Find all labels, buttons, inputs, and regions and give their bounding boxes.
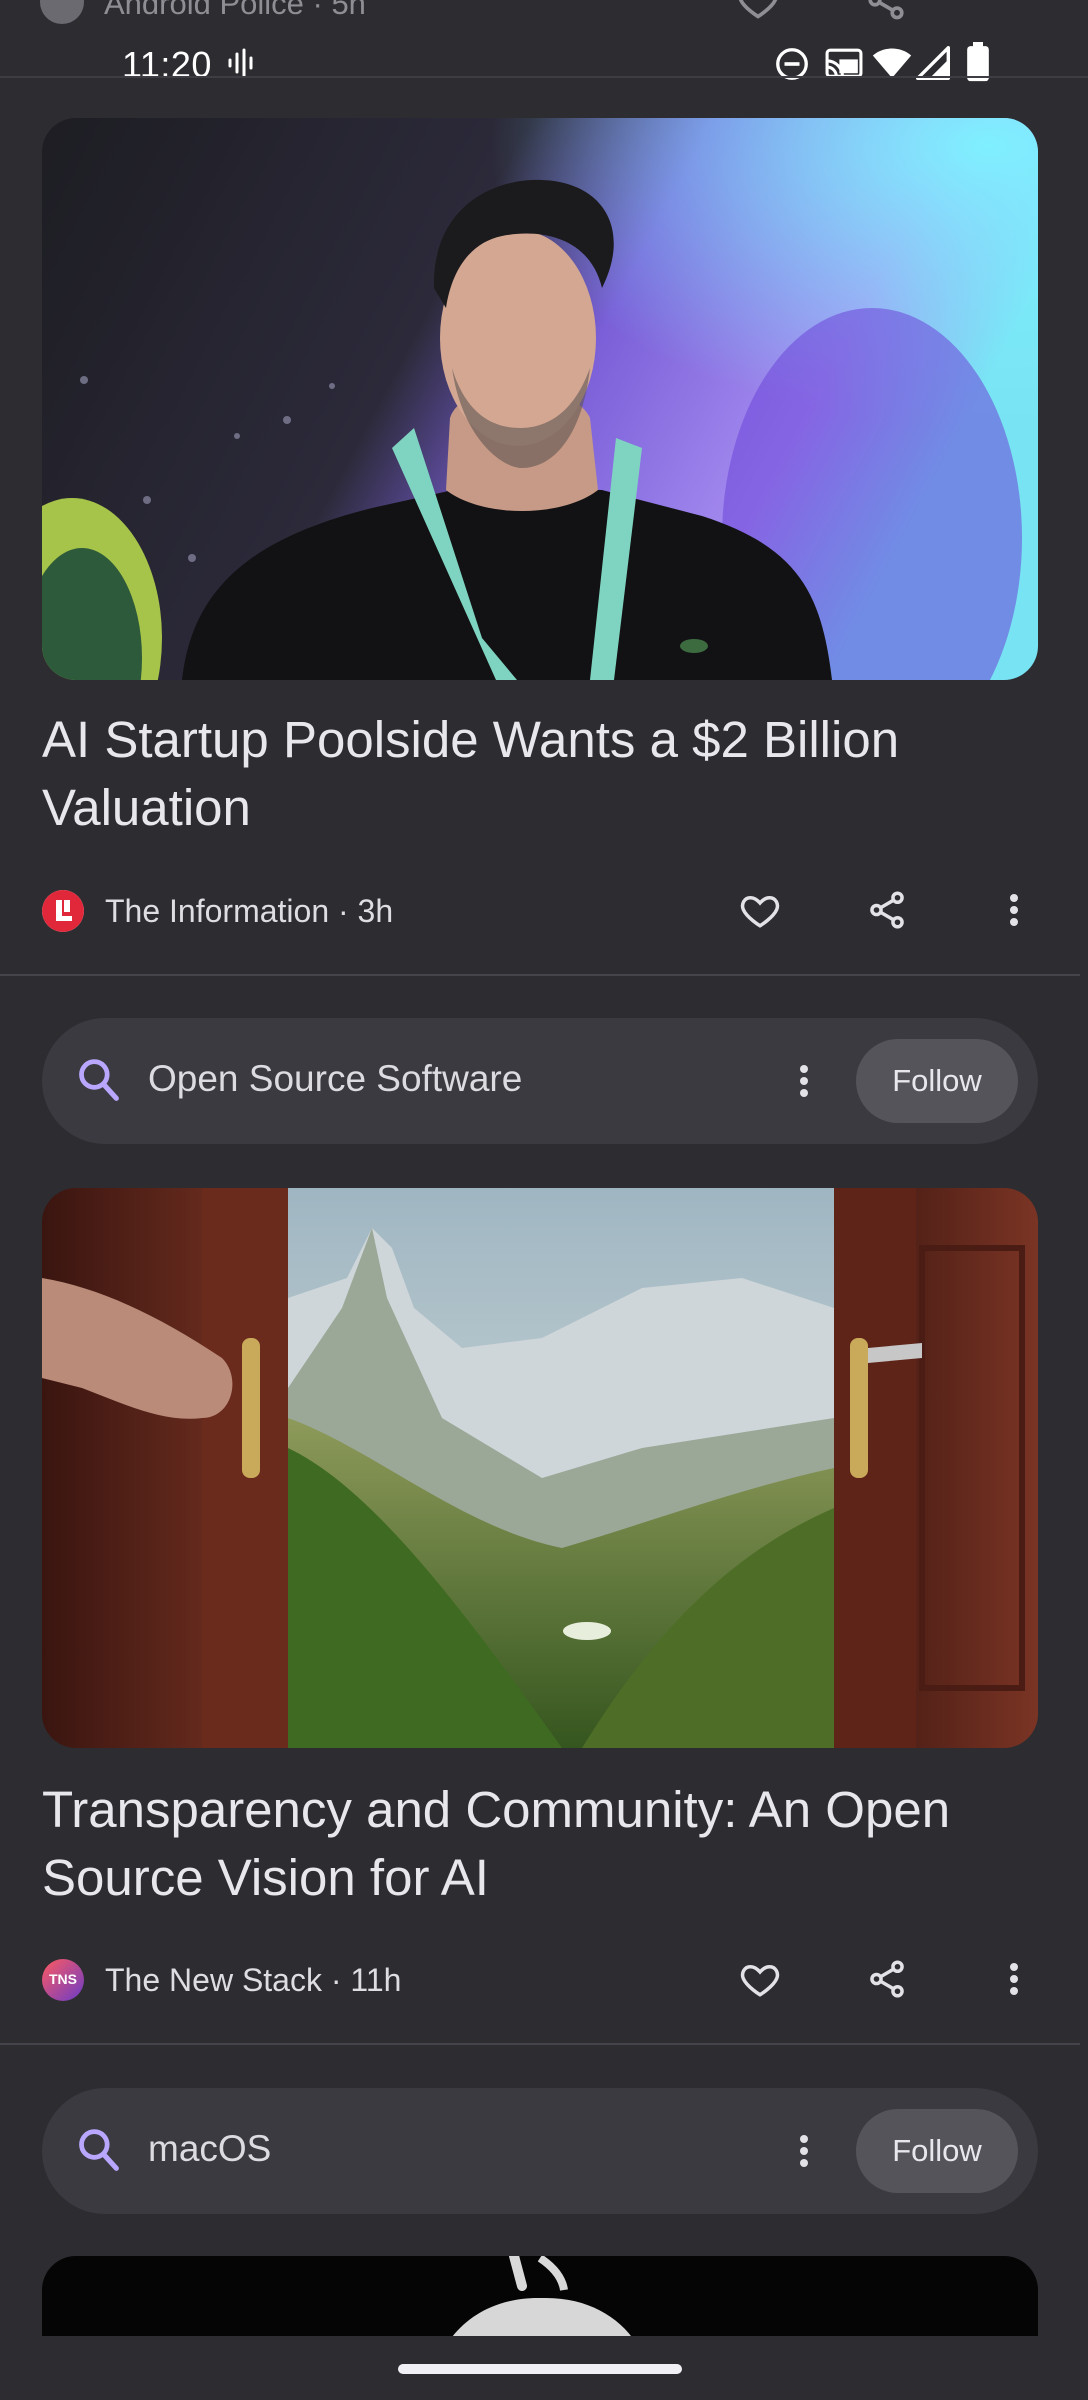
article-1-image[interactable] (42, 118, 1038, 680)
article-2-source[interactable]: The New Stack · 11h (105, 1962, 401, 1999)
topic-label: Open Source Software (148, 1058, 523, 1099)
card-divider (0, 2043, 1080, 2045)
status-time: 11:20 (122, 44, 212, 85)
the-new-stack-logo: TNS (42, 1959, 84, 2001)
article-2-image[interactable] (42, 1188, 1038, 1748)
the-information-logo (42, 890, 84, 932)
previous-like-icon[interactable] (736, 0, 780, 22)
like-icon[interactable] (730, 882, 790, 938)
more-vert-icon[interactable] (984, 1951, 1044, 2007)
assistant-wave-icon (226, 46, 256, 80)
wifi-icon (872, 46, 912, 80)
cellular-signal-icon (916, 46, 950, 80)
tns-logo-text: TNS (49, 1971, 77, 1987)
follow-button[interactable]: Follow (856, 2109, 1018, 2193)
article-2-headline[interactable]: Transparency and Community: An Open Sour… (42, 1776, 1042, 1912)
topic-more-icon[interactable] (784, 2123, 824, 2179)
article-1-source[interactable]: The Information · 3h (105, 893, 393, 930)
topic-more-icon[interactable] (784, 1053, 824, 1109)
follow-button[interactable]: Follow (856, 1039, 1018, 1123)
status-bar: 11:20 (0, 26, 1088, 85)
status-divider (0, 76, 1088, 78)
previous-card-meta: Android Police · 5h (0, 0, 1088, 26)
article-1-meta: The Information · 3h (42, 882, 1046, 938)
more-vert-icon[interactable] (984, 882, 1044, 938)
topic-chip-macos[interactable]: macOS Follow (42, 2088, 1038, 2214)
search-icon (76, 2126, 120, 2174)
topic-chip-open-source-software[interactable]: Open Source Software Follow (42, 1018, 1038, 1144)
card-divider (0, 974, 1080, 976)
like-icon[interactable] (730, 1951, 790, 2007)
topic-label: macOS (148, 2128, 272, 2169)
previous-share-icon[interactable] (864, 0, 908, 22)
search-icon (76, 1056, 120, 1104)
share-icon[interactable] (857, 1951, 917, 2007)
home-gesture-bar[interactable] (398, 2364, 682, 2374)
share-icon[interactable] (857, 882, 917, 938)
previous-card-source: Android Police · 5h (104, 0, 366, 21)
android-police-logo (40, 0, 84, 24)
article-2-meta: TNS The New Stack · 11h (42, 1951, 1046, 2007)
article-1-headline[interactable]: AI Startup Poolside Wants a $2 Billion V… (42, 706, 1042, 842)
